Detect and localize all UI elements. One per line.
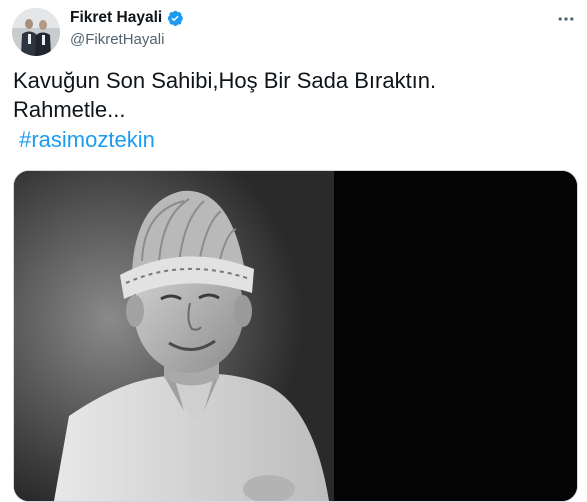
tweet-text-line-2: Rahmetle...: [13, 97, 126, 122]
avatar[interactable]: [12, 8, 60, 56]
author-block: Fikret Hayali @FikretHayali: [70, 7, 184, 48]
tweet-media-photo[interactable]: [13, 170, 578, 502]
tweet-text: Kavuğun Son Sahibi,Hoş Bir Sada Bıraktın…: [13, 66, 573, 154]
display-name[interactable]: Fikret Hayali: [70, 9, 162, 27]
tweet-card[interactable]: Fikret Hayali @FikretHayali Kavuğun Son …: [0, 0, 587, 502]
hashtag-link[interactable]: #rasimoztekin: [19, 127, 155, 152]
author-handle[interactable]: @FikretHayali: [70, 31, 184, 48]
verified-badge-icon: [166, 9, 184, 27]
avatar-image: [12, 8, 60, 56]
more-options-icon[interactable]: [553, 6, 579, 32]
tweet-text-line-1: Kavuğun Son Sahibi,Hoş Bir Sada Bıraktın…: [13, 68, 437, 93]
portrait-photo: [14, 171, 577, 501]
